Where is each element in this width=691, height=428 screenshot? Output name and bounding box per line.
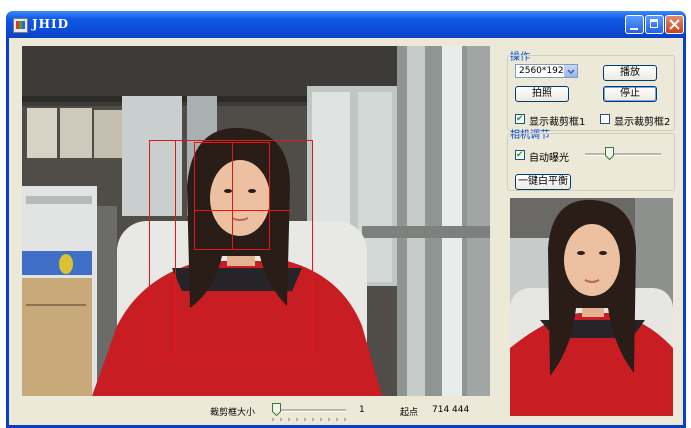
show-crop2-label: 显示裁剪框2	[614, 117, 671, 128]
client-area: 操作 2560*1920 播放 拍照 停止 ✔ 显示裁剪框1 显示裁剪框2 相机…	[9, 38, 683, 425]
auto-exposure-box[interactable]: ✔	[515, 150, 525, 160]
play-button[interactable]: 播放	[603, 65, 657, 81]
resolution-value: 2560*1920	[519, 66, 570, 76]
exposure-slider-thumb[interactable]	[605, 147, 615, 160]
preview-image	[510, 198, 673, 416]
cropped-preview	[510, 198, 673, 416]
crop-size-value: 1	[359, 405, 365, 415]
dropdown-arrow-icon[interactable]	[564, 65, 577, 77]
window-title: JHID	[32, 17, 70, 31]
resolution-select[interactable]: 2560*1920	[515, 64, 578, 78]
show-crop1-box[interactable]: ✔	[515, 114, 525, 124]
origin-label: 起点	[400, 408, 419, 418]
maximize-button[interactable]	[645, 15, 664, 34]
white-balance-button[interactable]: 一键白平衡	[515, 174, 571, 190]
exposure-slider-track[interactable]	[585, 153, 661, 156]
title-bar[interactable]: JHID	[6, 11, 686, 38]
camera-main-view[interactable]	[22, 46, 490, 396]
stop-button[interactable]: 停止	[603, 86, 657, 102]
minimize-button[interactable]	[625, 15, 644, 34]
close-button[interactable]	[665, 15, 684, 34]
close-icon	[669, 19, 680, 30]
checkmark-icon: ✔	[516, 150, 524, 160]
capture-button[interactable]: 拍照	[515, 86, 569, 102]
show-crop2-box[interactable]	[600, 114, 610, 124]
crop-size-label: 裁剪框大小	[210, 408, 256, 418]
auto-exposure-label: 自动曝光	[529, 153, 569, 164]
crop-crosshair-horizontal	[194, 210, 292, 211]
crop-size-slider-thumb[interactable]	[272, 403, 281, 416]
origin-value: 714 444	[432, 405, 470, 415]
checkmark-icon: ✔	[516, 114, 524, 124]
app-icon	[13, 18, 28, 33]
crop-size-slider-ticks	[272, 418, 346, 421]
crop-crosshair-vertical	[232, 142, 233, 250]
app-window: JHID 操作 2560*1920 播放 拍照 停止 ✔ 显示裁剪框1 显示裁剪…	[6, 11, 686, 428]
crop-size-slider-track[interactable]	[272, 409, 346, 412]
